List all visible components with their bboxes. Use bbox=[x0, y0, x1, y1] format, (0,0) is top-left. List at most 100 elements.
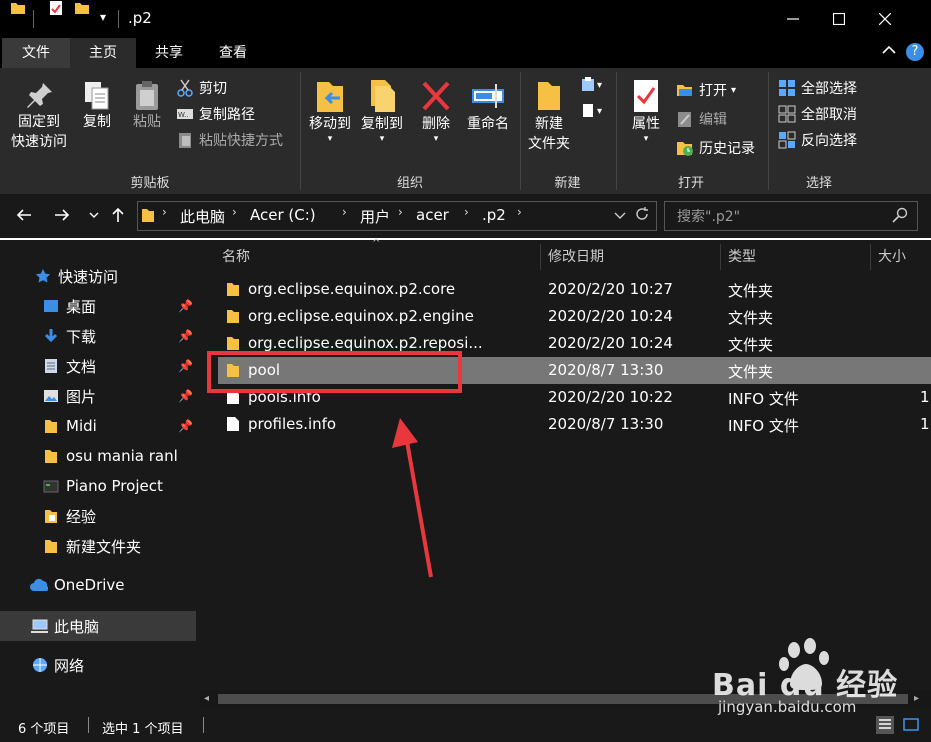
copy-button[interactable]: 复制 bbox=[76, 80, 118, 132]
details-view-button[interactable] bbox=[876, 716, 894, 734]
back-button[interactable] bbox=[12, 203, 36, 227]
column-header-type[interactable]: 类型 bbox=[728, 246, 756, 268]
search-icon[interactable] bbox=[892, 207, 908, 227]
tab-view[interactable]: 查看 bbox=[202, 38, 264, 68]
column-divider[interactable] bbox=[540, 244, 541, 270]
pin-icon[interactable]: 📌 bbox=[178, 359, 193, 373]
new-folder-icon bbox=[538, 82, 560, 110]
new-folder-button[interactable]: 新建 文件夹 bbox=[524, 78, 574, 154]
forward-button[interactable] bbox=[50, 203, 74, 227]
recent-locations-button[interactable] bbox=[82, 203, 106, 227]
table-row[interactable]: profiles.info 2020/8/7 13:30 INFO 文件 1 bbox=[218, 411, 931, 438]
properties-icon[interactable] bbox=[48, 0, 64, 20]
move-to-icon bbox=[317, 82, 343, 112]
nav-onedrive[interactable]: OneDrive bbox=[0, 570, 198, 600]
nav-label: 快速访问 bbox=[58, 267, 119, 286]
star-icon bbox=[34, 267, 52, 285]
scroll-left-icon[interactable]: ◂ bbox=[204, 693, 209, 704]
column-header-date[interactable]: 修改日期 bbox=[548, 246, 604, 268]
copy-path-button[interactable]: W.. 复制路径 bbox=[176, 102, 255, 126]
tab-home[interactable]: 主页 bbox=[70, 38, 136, 68]
column-divider[interactable] bbox=[720, 244, 721, 270]
minimize-button[interactable] bbox=[770, 0, 816, 38]
copy-to-button[interactable]: 复制到 ▾ bbox=[356, 78, 408, 144]
edit-button[interactable]: 编辑 bbox=[676, 107, 727, 131]
cut-label: 剪切 bbox=[199, 81, 227, 97]
nav-item-documents[interactable]: 文档 📌 bbox=[0, 351, 198, 381]
properties-button[interactable]: 属性 ▾ bbox=[620, 78, 672, 144]
paste-shortcut-button[interactable]: 粘贴快捷方式 bbox=[176, 128, 283, 152]
network-icon bbox=[30, 656, 48, 674]
pin-icon[interactable]: 📌 bbox=[178, 419, 193, 433]
history-button[interactable]: 历史记录 bbox=[676, 136, 755, 160]
nav-item-piano-project[interactable]: Piano Project bbox=[0, 471, 198, 501]
table-row[interactable]: org.eclipse.equinox.p2.core 2020/2/20 10… bbox=[218, 276, 931, 303]
select-all-button[interactable]: 全部选择 bbox=[778, 76, 857, 100]
breadcrumb-p2[interactable]: .p2 bbox=[482, 206, 506, 224]
close-button[interactable] bbox=[862, 0, 908, 38]
file-size: 1 bbox=[920, 415, 930, 433]
folder-icon bbox=[42, 417, 60, 435]
nav-item-jingyan[interactable]: 经验 bbox=[0, 501, 198, 531]
paste-icon bbox=[136, 81, 158, 110]
breadcrumb-this-pc[interactable]: 此电脑 bbox=[180, 206, 225, 227]
table-row[interactable]: org.eclipse.equinox.p2.engine 2020/2/20 … bbox=[218, 303, 931, 330]
breadcrumb-acer[interactable]: acer bbox=[416, 206, 449, 224]
tab-share[interactable]: 共享 bbox=[138, 38, 200, 68]
open-button[interactable]: 打开 ▾ bbox=[676, 78, 736, 102]
breadcrumb-drive[interactable]: Acer (C:) bbox=[250, 206, 316, 224]
new-item-icon: ▾ bbox=[582, 77, 602, 91]
nav-label: 此电脑 bbox=[54, 617, 100, 636]
breadcrumb-users[interactable]: 用户 bbox=[360, 206, 390, 227]
tab-file[interactable]: 文件 bbox=[2, 38, 70, 68]
picture-icon bbox=[42, 387, 60, 405]
file-date: 2020/8/7 13:30 bbox=[548, 415, 664, 433]
invert-selection-button[interactable]: 反向选择 bbox=[778, 128, 857, 152]
easy-access-button[interactable]: ▾ bbox=[580, 102, 608, 124]
pin-icon[interactable]: 📌 bbox=[178, 299, 193, 313]
new-folder-icon[interactable] bbox=[74, 0, 90, 20]
nav-item-downloads[interactable]: 下载 📌 bbox=[0, 321, 198, 351]
nav-item-new-folder[interactable]: 新建文件夹 bbox=[0, 531, 198, 561]
pin-quick-access-button[interactable]: 固定到 快速访问 bbox=[6, 80, 72, 152]
svg-text:▾: ▾ bbox=[597, 80, 602, 91]
up-button[interactable] bbox=[106, 203, 130, 227]
column-divider[interactable] bbox=[870, 244, 871, 270]
maximize-button[interactable] bbox=[816, 0, 862, 38]
paste-button[interactable]: 粘贴 bbox=[126, 80, 168, 132]
ribbon-collapse-icon[interactable] bbox=[882, 43, 896, 59]
select-all-label: 全部选择 bbox=[801, 81, 857, 97]
large-icons-view-button[interactable] bbox=[902, 716, 920, 734]
nav-item-desktop[interactable]: 桌面 📌 bbox=[0, 291, 198, 321]
baidu-watermark: Bai du 经验 jingyan.baidu.com bbox=[712, 636, 912, 716]
nav-item-osu[interactable]: osu mania ranl bbox=[0, 441, 198, 471]
pin-icon[interactable]: 📌 bbox=[178, 329, 193, 343]
cloud-icon bbox=[30, 576, 48, 594]
file-date: 2020/8/7 13:30 bbox=[548, 361, 664, 379]
move-to-button[interactable]: 移动到 ▾ bbox=[304, 78, 356, 144]
open-label: 打开 bbox=[699, 83, 727, 99]
select-none-button[interactable]: 全部取消 bbox=[778, 102, 857, 126]
address-dropdown-button[interactable] bbox=[614, 209, 626, 225]
refresh-button[interactable] bbox=[634, 206, 650, 226]
column-header-size[interactable]: 大小 bbox=[878, 246, 906, 268]
edit-label: 编辑 bbox=[699, 112, 727, 128]
delete-button[interactable]: 删除 ▾ bbox=[414, 78, 458, 144]
nav-this-pc[interactable]: 此电脑 bbox=[0, 611, 196, 641]
pin-icon[interactable]: 📌 bbox=[178, 389, 193, 403]
column-header-name[interactable]: 名称 bbox=[222, 246, 250, 268]
nav-item-midi[interactable]: Midi 📌 bbox=[0, 411, 198, 441]
cut-button[interactable]: 剪切 bbox=[176, 76, 227, 100]
nav-network[interactable]: 网络 bbox=[0, 650, 198, 680]
nav-quick-access[interactable]: 快速访问 bbox=[0, 261, 198, 291]
history-label: 历史记录 bbox=[699, 141, 755, 157]
rename-button[interactable]: 重命名 bbox=[462, 78, 514, 134]
file-type: 文件夹 bbox=[728, 363, 774, 381]
qat-dropdown-icon[interactable]: ▾ bbox=[100, 10, 106, 24]
chevron-right-icon: › bbox=[232, 205, 237, 219]
easy-access-icon: ▾ bbox=[583, 104, 602, 117]
new-item-button[interactable]: ▾ bbox=[580, 76, 608, 98]
nav-item-pictures[interactable]: 图片 📌 bbox=[0, 381, 198, 411]
scroll-right-icon[interactable]: ▸ bbox=[914, 693, 919, 704]
help-icon[interactable]: ? bbox=[906, 43, 924, 61]
